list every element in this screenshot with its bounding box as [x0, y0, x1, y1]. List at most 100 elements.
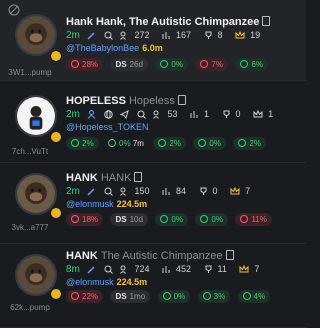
- cup-stat: 11: [204, 264, 232, 274]
- contract-address[interactable]: 7ch...VuTt: [0, 147, 60, 156]
- twitter-handle[interactable]: @TheBabylonBee: [66, 43, 139, 53]
- user-icon: [71, 139, 79, 147]
- copy-icon[interactable]: [177, 95, 186, 105]
- crown-icon: [239, 264, 249, 276]
- copy-icon[interactable]: [262, 16, 271, 26]
- holders-stat: 150: [120, 186, 154, 196]
- badge-row: 22% DS 1mo 0% 3% 4%: [66, 290, 273, 303]
- twitter-row: @TheBabylonBee 6.0m: [66, 43, 163, 53]
- crown-stat: 1: [253, 109, 278, 119]
- target-icon: [108, 139, 117, 147]
- bundle-icon: [240, 60, 249, 68]
- token-symbol: Hopeless: [128, 95, 175, 107]
- token-age: 2m: [66, 30, 80, 41]
- contract-address[interactable]: 62k...pump: [0, 303, 60, 312]
- bundle-badge: 6%: [235, 58, 268, 71]
- token-avatar[interactable]: [15, 14, 57, 56]
- crown-stat: 19: [235, 30, 265, 40]
- top10-badge: 28%: [66, 58, 104, 71]
- token-name[interactable]: HOPELESS: [66, 95, 126, 107]
- bundle-badge: 11%: [235, 213, 272, 226]
- pump-badge-icon: [50, 288, 62, 300]
- dexscreener-badge[interactable]: DS 1mo: [110, 290, 151, 303]
- token-stats-row: 2m 53 1 0 1: [66, 109, 283, 121]
- token-card[interactable]: 3W1...pump Hank Hank, The Autistic Chimp…: [0, 0, 306, 81]
- token-card[interactable]: 7ch...VuTt HOPELESS Hopeless 2m 53 1 0 1…: [0, 81, 306, 163]
- badge-row: 28% DS 26d 0% 7% 6%: [66, 58, 271, 71]
- insider-badge: 0%: [193, 137, 226, 150]
- cup-stat: 0: [222, 109, 246, 119]
- pump-badge-icon: [50, 131, 62, 143]
- twitter-handle[interactable]: @elonmusk: [66, 199, 114, 209]
- trophy-icon: [204, 31, 213, 42]
- hidden-toggle-icon[interactable]: [8, 3, 22, 17]
- pump-badge-icon: [50, 207, 62, 219]
- bundle-icon: [238, 139, 247, 147]
- token-card[interactable]: 3vk...a777 HANK HANK 2m 150 84 0 7 @elon…: [0, 163, 306, 244]
- twitter-row: @elonmusk 224.5m: [66, 199, 147, 209]
- crown-stat: 7: [230, 186, 255, 196]
- holders-stat: 53: [153, 109, 182, 119]
- dexscreener-badge[interactable]: DS 10d: [110, 213, 148, 226]
- sniper-badge: 0%: [155, 58, 188, 71]
- contract-address[interactable]: 3W1...pump: [0, 68, 60, 77]
- token-avatar[interactable]: [15, 95, 57, 137]
- twitter-handle[interactable]: @Hopeless_TOKEN: [66, 122, 149, 132]
- trophy-icon: [199, 187, 208, 198]
- search-icon[interactable]: [104, 31, 113, 42]
- twitter-row: @elonmusk 224.5m: [66, 277, 147, 287]
- trophy-icon: [222, 110, 231, 121]
- pen-icon: [87, 265, 96, 276]
- search-icon[interactable]: [137, 110, 146, 121]
- globe-icon[interactable]: [104, 110, 113, 121]
- bundle-icon: [242, 292, 251, 300]
- search-icon[interactable]: [104, 265, 113, 276]
- twitter-handle[interactable]: @elonmusk: [66, 277, 114, 287]
- token-name-row: HANK The Autistic Chimpanzee: [66, 250, 234, 262]
- copy-icon[interactable]: [134, 172, 143, 182]
- token-age: 2m: [66, 109, 80, 120]
- copy-icon[interactable]: [225, 250, 234, 260]
- target-icon: [162, 292, 171, 300]
- follower-count: 6.0m: [142, 43, 163, 53]
- users-icon: [120, 31, 129, 42]
- token-name-row: HOPELESS Hopeless: [66, 95, 186, 107]
- top10-badge: 22%: [66, 290, 104, 303]
- token-symbol: The Autistic Chimpanzee: [100, 250, 223, 262]
- user-icon: [71, 292, 79, 300]
- chart-icon: [162, 187, 171, 198]
- sniper-badge: 0%: [157, 290, 191, 303]
- trophy-icon: [204, 265, 213, 276]
- token-name[interactable]: Hank Hank, The Autistic Chimpanzee: [66, 16, 259, 28]
- search-icon[interactable]: [104, 187, 113, 198]
- insider-badge: 3%: [197, 290, 231, 303]
- dexscreener-badge[interactable]: DS 26d: [110, 58, 148, 71]
- views-stat: 84: [162, 186, 191, 196]
- token-stats-row: 8m 724 452 11 7: [66, 264, 269, 276]
- holders-stat: 724: [120, 264, 154, 274]
- cup-stat: 8: [204, 30, 228, 40]
- views-stat: 1: [190, 109, 214, 119]
- token-name[interactable]: HANK: [66, 250, 98, 262]
- telegram-icon[interactable]: [120, 110, 130, 121]
- token-name-row: Hank Hank, The Autistic Chimpanzee: [66, 16, 271, 28]
- cup-stat: 0: [199, 186, 223, 196]
- sniper-badge: 0%: [155, 213, 188, 226]
- bundle-badge: 2%: [233, 137, 266, 150]
- token-age: 2m: [66, 186, 80, 197]
- bundle-badge: 4%: [237, 290, 271, 303]
- pump-badge-icon: [50, 50, 62, 62]
- insider-badge: 0%: [195, 213, 228, 226]
- contract-address[interactable]: 3vk...a777: [0, 223, 60, 232]
- follower-count: 224.5m: [116, 199, 148, 209]
- token-stats-row: 2m 272 167 8 19: [66, 30, 270, 42]
- twitter-row: @Hopeless_TOKEN: [66, 122, 149, 132]
- insider-badge: 7%: [195, 58, 228, 71]
- token-name[interactable]: HANK: [66, 172, 98, 184]
- follower-count: 224.5m: [116, 277, 148, 287]
- user-icon: [71, 215, 79, 223]
- token-card[interactable]: 62k...pump HANK The Autistic Chimpanzee …: [0, 244, 306, 328]
- users-icon: [153, 110, 162, 121]
- token-symbol: HANK: [100, 172, 132, 184]
- crown-stat: 7: [239, 264, 264, 274]
